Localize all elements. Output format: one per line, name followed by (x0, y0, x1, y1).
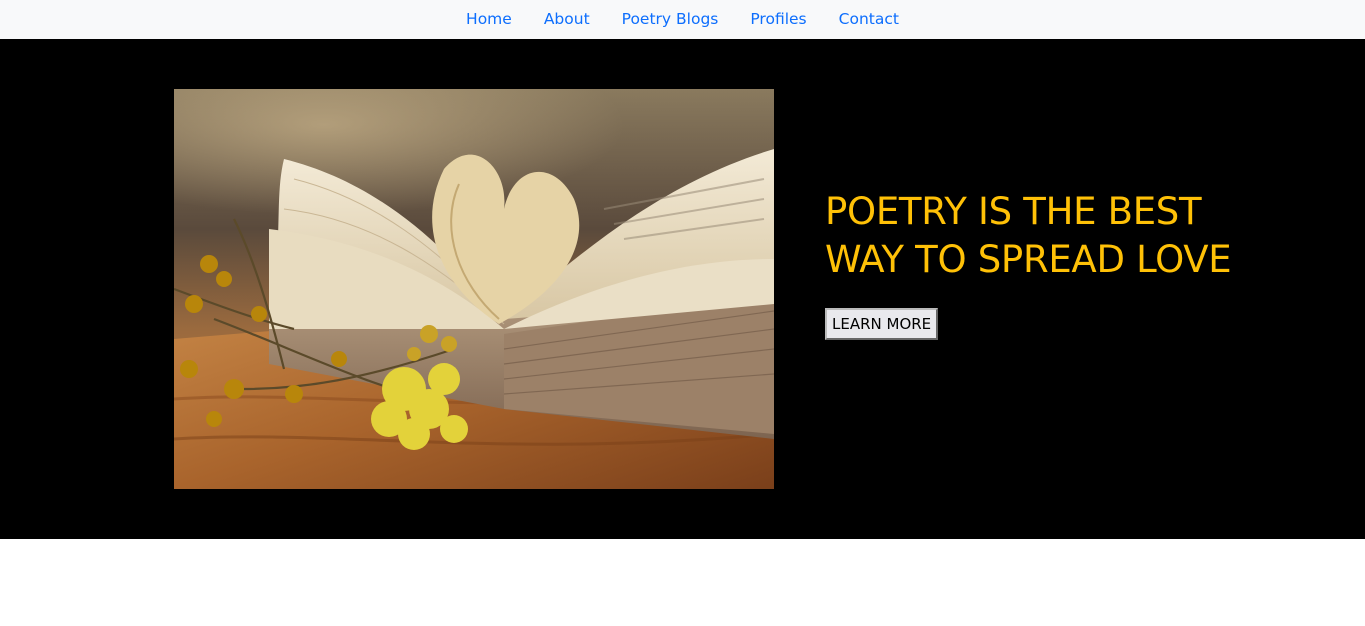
open-book-image (174, 89, 774, 489)
page-body-blank (0, 539, 1365, 626)
hero-heading: POETRY IS THE BEST WAY TO SPREAD LOVE (825, 190, 1232, 281)
learn-more-button[interactable]: LEARN MORE (825, 308, 939, 340)
nav-about-link[interactable]: About (528, 0, 606, 39)
hero-section: POETRY IS THE BEST WAY TO SPREAD LOVE LE… (0, 39, 1365, 539)
top-navbar: Home About Poetry Blogs Profiles Contact (0, 0, 1365, 39)
nav-profiles-link[interactable]: Profiles (734, 0, 822, 39)
nav-contact-link[interactable]: Contact (823, 0, 915, 39)
nav-poetry-blogs-link[interactable]: Poetry Blogs (606, 0, 735, 39)
hero-book-image (174, 89, 774, 489)
nav-home-link[interactable]: Home (450, 0, 528, 39)
hero-text-block: POETRY IS THE BEST WAY TO SPREAD LOVE LE… (825, 188, 1245, 340)
